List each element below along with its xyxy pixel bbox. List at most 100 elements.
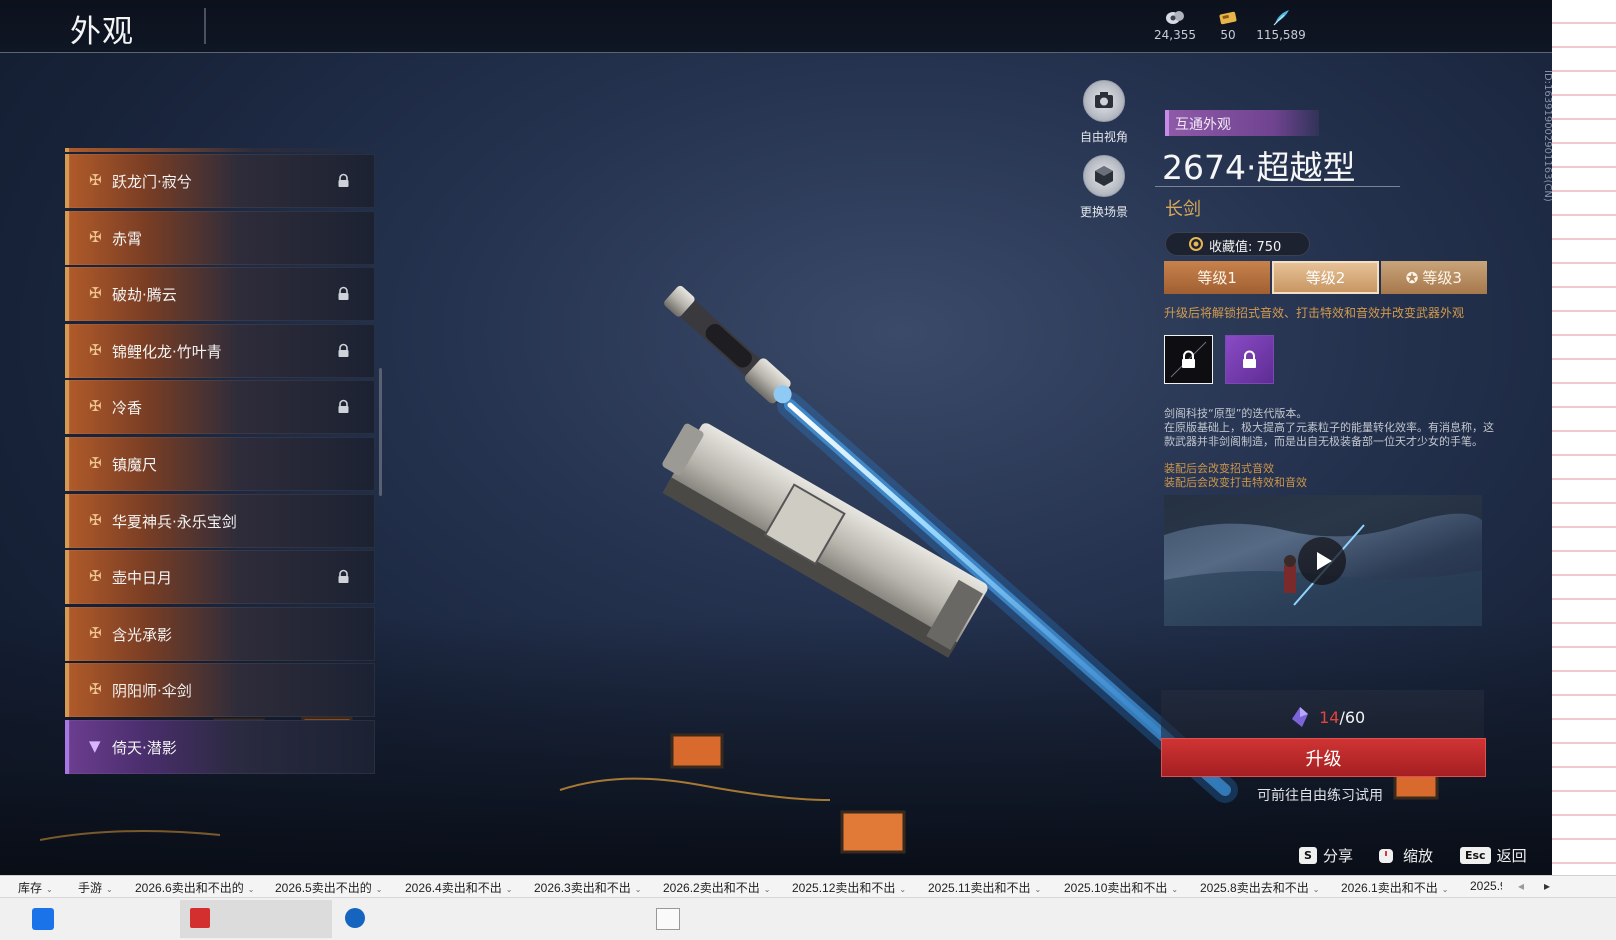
app-icon[interactable] [345, 908, 365, 928]
title-divider [204, 8, 206, 44]
chevron-down-icon: ⌄ [634, 885, 642, 894]
zoom-hint[interactable]: 缩放 [1377, 845, 1433, 866]
scene-cube-icon [1083, 155, 1125, 197]
chevron-down-icon: ⌄ [46, 885, 53, 894]
sheet-tab-label: 2025.9 [1470, 879, 1502, 893]
list-top-edge [65, 148, 375, 152]
trial-link[interactable]: 可前往自由练习试用 [1257, 785, 1383, 805]
list-item-label: 镇魔尺 [112, 455, 158, 474]
sheet-tab-label: 2026.2卖出和不出 [663, 881, 760, 895]
sheet-tab[interactable]: 2025.9 [1470, 879, 1502, 893]
chevron-down-icon: ⌄ [899, 885, 907, 894]
list-item-label: 破劫·腾云 [112, 286, 177, 305]
chevron-down-icon: ⌄ [1034, 885, 1042, 894]
lock-icon [1243, 350, 1256, 368]
sheet-tab[interactable]: 2026.1卖出和不出 ⌄ [1341, 879, 1448, 896]
sheet-tab[interactable]: 2026.3卖出和不出 ⌄ [534, 879, 641, 896]
sheet-tab[interactable]: 2025.12卖出和不出 ⌄ [792, 879, 906, 896]
list-item[interactable]: ✠ 含光承影 [65, 606, 375, 661]
sheet-tab[interactable]: 2025.11卖出和不出 ⌄ [928, 879, 1041, 896]
free-view-button[interactable]: 自由视角 [1071, 80, 1137, 145]
chevron-down-icon: ⌄ [247, 885, 255, 894]
preview-video[interactable] [1164, 495, 1482, 626]
weapon-type: 长剑 [1165, 199, 1201, 220]
sheet-tab[interactable]: 2026.4卖出和不出 ⌄ [405, 879, 512, 896]
tab-level-2[interactable]: 等级2 [1272, 261, 1379, 294]
play-icon[interactable] [1298, 537, 1346, 585]
scroll-right-icon[interactable]: ▸ [1544, 879, 1550, 893]
lock-icon [338, 400, 349, 414]
collection-label: 收藏值: 750 [1209, 240, 1282, 255]
lock-icon [338, 569, 349, 584]
upgrade-hint: 升级后将解锁招式音效、打击特效和音效并改变武器外观 [1164, 306, 1465, 320]
sheet-tab-label: 2025.11卖出和不出 [928, 881, 1031, 895]
sheet-tab[interactable]: 2026.5卖出不出的 ⌄ [275, 879, 382, 896]
sheet-tab[interactable]: 2025.10卖出和不出 ⌄ [1064, 879, 1178, 896]
list-item[interactable]: ✠ 冷香 [65, 380, 375, 435]
sheet-tab-label: 手游 [78, 881, 103, 895]
sheet-tab[interactable]: 2025.8卖出去和不出 ⌄ [1200, 879, 1319, 896]
description-line-2: 在原版基础上，极大提高了元素粒子的能量转化效率。有消息称，这款武器并非剑阁制造，… [1164, 421, 1494, 448]
sheet-tab-label: 2025.8卖出去和不出 [1200, 881, 1309, 895]
sheet-tab[interactable]: 库存 ⌄ [18, 879, 53, 899]
sheet-tab[interactable]: 2026.6卖出和不出的 ⌄ [135, 879, 254, 896]
scroll-left-icon[interactable]: ◂ [1518, 879, 1524, 893]
list-item[interactable]: ✠ 壶中日月 [65, 550, 375, 605]
sheet-tab-label: 2026.6卖出和不出的 [135, 881, 244, 895]
list-item[interactable]: ✠ 华夏神兵·永乐宝剑 [65, 493, 375, 548]
chevron-down-icon: ⌄ [1312, 885, 1320, 894]
sheet-tab-bar: 库存 ⌄ 手游 ⌄ 2026.6卖出和不出的 ⌄ 2026.5卖出不出的 ⌄ 2026.… [0, 875, 1616, 899]
list-item[interactable]: ✠ 破劫·腾云 [65, 267, 375, 322]
player-id: ID:163919002901163(CN) [1532, 70, 1552, 220]
back-label: 返回 [1496, 847, 1527, 865]
change-scene-button[interactable]: 更换场景 [1071, 155, 1137, 220]
rarity-icon: ✠ [89, 567, 102, 586]
currency-feather: 115,589 [1241, 8, 1321, 42]
app-icon[interactable] [190, 908, 210, 928]
app-icon[interactable] [656, 908, 680, 930]
share-hint[interactable]: S 分享 [1299, 845, 1353, 866]
list-item[interactable]: ✠ 锦鲤化龙·竹叶青 [65, 323, 375, 378]
tab-level-3[interactable]: ✪ 等级3 [1380, 261, 1487, 294]
list-item[interactable]: ✠ 跃龙门·寂兮 [65, 154, 375, 208]
player-id-text: ID:163919002901163(CN) [1542, 70, 1552, 202]
rarity-icon: ✠ [89, 340, 102, 359]
currency-feather-value: 115,589 [1256, 28, 1306, 42]
rarity-icon: ▼ [89, 736, 101, 755]
back-hint[interactable]: Esc 返回 [1460, 845, 1527, 866]
crystal-icon [1292, 707, 1308, 727]
chevron-down-icon: ⌄ [505, 885, 513, 894]
shared-skin-tag: 互通外观 [1165, 110, 1319, 136]
share-label: 分享 [1322, 847, 1353, 865]
weapon-description: 剑阁科技“原型”的迭代版本。 在原版基础上，极大提高了元素粒子的能量转化效率。有… [1164, 407, 1494, 449]
tab-level-1[interactable]: 等级1 [1164, 261, 1271, 294]
key-s: S [1299, 847, 1317, 864]
list-item[interactable]: ▼ 倚天·潜影 [65, 719, 375, 774]
chevron-down-icon: ⌄ [375, 885, 383, 894]
sheet-tab[interactable]: 手游 ⌄ [78, 879, 113, 896]
list-scrollbar[interactable] [379, 368, 382, 496]
list-item[interactable]: ✠ 阴阳师·伞剑 [65, 663, 375, 718]
chevron-down-icon: ⌄ [763, 885, 771, 894]
sheet-tab-label: 2025.12卖出和不出 [792, 881, 896, 895]
upgrade-button[interactable]: 升级 [1161, 738, 1486, 777]
lock-icon [338, 286, 349, 301]
list-item[interactable]: ✠ 赤霄 [65, 210, 375, 265]
top-bar: 外观 24,355 50 115,589 [0, 0, 1552, 53]
skin-list: ✠ 跃龙门·寂兮 ✠ 赤霄 ✠ 破劫·腾云 ✠ 锦鲤化龙·竹叶青 ✠ 冷香 ✠ … [65, 148, 375, 777]
sheet-tab-label: 2026.4卖出和不出 [405, 881, 502, 895]
chevron-down-icon: ⌄ [106, 885, 113, 894]
ticket-currency-icon [1219, 11, 1237, 25]
rarity-icon: ✠ [89, 453, 102, 472]
sheet-tab[interactable]: 2026.2卖出和不出 ⌄ [663, 879, 770, 896]
effect-slot-1[interactable] [1164, 335, 1213, 384]
app-icon[interactable] [32, 908, 54, 930]
sheet-tab-label: 2026.1卖出和不出 [1341, 881, 1438, 895]
material-current: 14 [1319, 708, 1340, 727]
sheet-tab-label: 2026.3卖出和不出 [534, 881, 631, 895]
sheet-tab-label: 2025.10卖出和不出 [1064, 881, 1168, 895]
list-item-label: 倚天·潜影 [112, 738, 177, 757]
effect-slot-2[interactable] [1225, 335, 1274, 384]
list-item[interactable]: ✠ 镇魔尺 [65, 436, 375, 491]
material-total: /60 [1339, 708, 1366, 727]
